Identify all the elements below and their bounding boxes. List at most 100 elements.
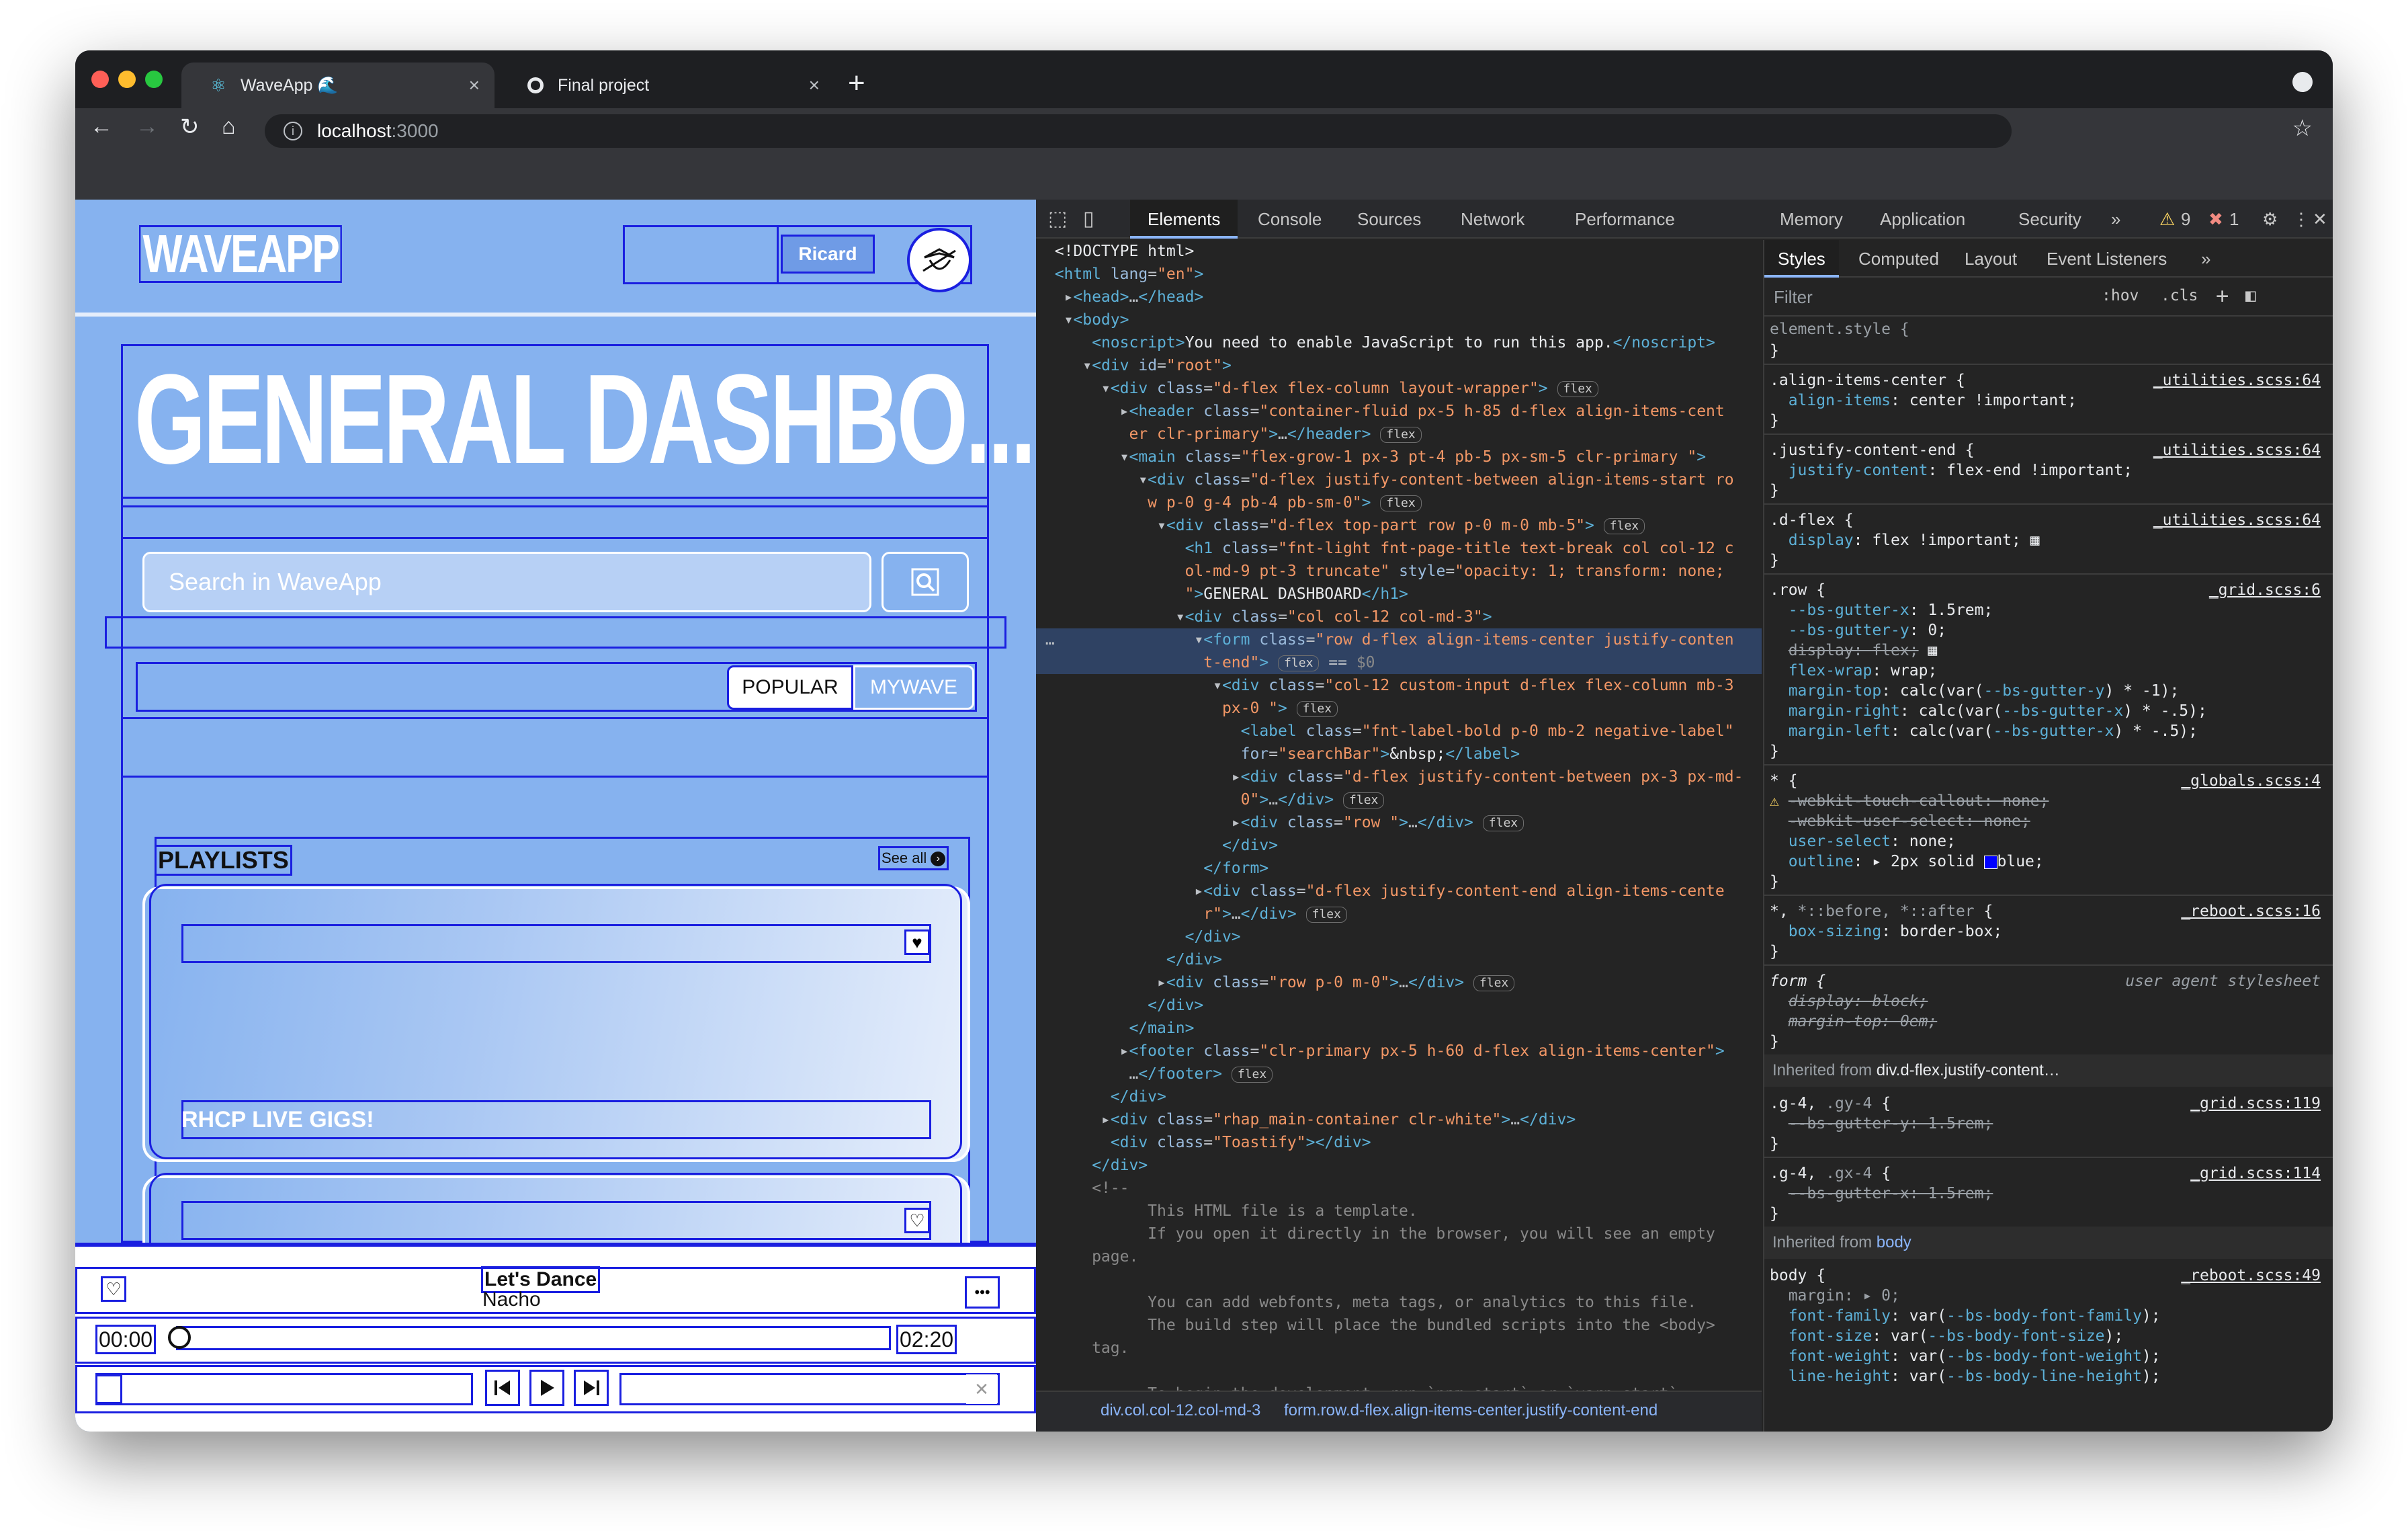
bookmark-star-icon[interactable]: ☆ [2292, 115, 2313, 142]
tab-layout[interactable]: Layout [1965, 240, 2017, 278]
dom-line[interactable]: <html lang="en"> [1036, 263, 1762, 286]
see-all-link[interactable]: See all › [878, 846, 949, 870]
tab-network[interactable]: Network [1461, 200, 1524, 239]
style-line[interactable]: display: flex; ▦ [1770, 640, 2327, 661]
next-icon[interactable] [574, 1370, 609, 1406]
style-line[interactable]: element.style { [1770, 319, 2327, 339]
style-line[interactable]: display: block; [1770, 991, 2327, 1011]
dom-line[interactable]: <!-- [1036, 1177, 1762, 1200]
dom-line[interactable]: ▾<div class="d-flex flex-column layout-w… [1036, 377, 1762, 400]
tab-memory[interactable]: Memory [1780, 200, 1843, 239]
style-line[interactable]: .row {_grid.scss:6 [1770, 580, 2327, 600]
progress-track[interactable] [176, 1326, 891, 1350]
tab-mywave[interactable]: MYWAVE [853, 665, 974, 710]
style-line[interactable]: .g-4, .gy-4 {_grid.scss:119 [1770, 1093, 2327, 1114]
style-line[interactable]: .align-items-center {_utilities.scss:64 [1770, 370, 2327, 390]
toggle-sidebar-icon[interactable]: ◧ [2245, 286, 2256, 306]
style-line[interactable]: justify-content: flex-end !important; [1770, 460, 2327, 481]
dom-line[interactable]: ▸<head>…</head> [1036, 286, 1762, 308]
back-icon[interactable]: ← [90, 114, 113, 140]
site-info-icon[interactable]: i [284, 122, 302, 140]
dom-tree[interactable]: <!DOCTYPE html> <html lang="en"> ▸<head>… [1036, 240, 1762, 1396]
tab-final-project[interactable]: Final project × [499, 63, 834, 108]
style-line[interactable]: font-weight: var(--bs-body-font-weight); [1770, 1346, 2327, 1366]
inherited-source[interactable]: div.d-flex.justify-content… [1877, 1061, 2060, 1079]
dom-line[interactable]: <!DOCTYPE html> [1036, 240, 1762, 263]
dom-line-selected[interactable]: … ▾<form class="row d-flex align-items-c… [1036, 628, 1762, 651]
style-line[interactable]: display: flex !important; ▦ [1770, 530, 2327, 550]
dom-line[interactable]: ▸<header class="container-fluid px-5 h-8… [1036, 400, 1762, 423]
tab-computed[interactable]: Computed [1858, 240, 1939, 278]
style-line[interactable]: margin-top: 0em; [1770, 1011, 2327, 1032]
more-tabs-icon[interactable]: » [2111, 200, 2120, 239]
dom-line[interactable]: er clr-primary">…</header> flex [1036, 423, 1762, 446]
breadcrumb-item-selected[interactable]: form.row.d-flex.align-items-center.justi… [1284, 1401, 1658, 1419]
dom-line[interactable]: <label class="fnt-label-bold p-0 mb-2 ne… [1036, 720, 1762, 743]
new-rule-icon[interactable]: + [2216, 283, 2229, 308]
dom-line-selected[interactable]: t-end"> flex == $0 [1036, 651, 1762, 674]
style-line[interactable]: font-size: var(--bs-body-font-size); [1770, 1326, 2327, 1346]
volume-mute-icon[interactable]: ✕ [966, 1374, 997, 1404]
maximize-window-button[interactable] [145, 71, 163, 88]
dom-line[interactable]: </div> [1036, 834, 1762, 857]
heart-icon[interactable]: ♥ [904, 929, 930, 955]
style-line[interactable]: --bs-gutter-x: 1.5rem; [1770, 600, 2327, 620]
address-bar[interactable]: i localhost :3000 [265, 114, 2012, 148]
dom-line[interactable]: …</footer> flex [1036, 1063, 1762, 1085]
dom-line[interactable]: ▸<div class="row ">…</div> flex [1036, 811, 1762, 834]
heart-outline-icon[interactable]: ♡ [904, 1208, 930, 1233]
dom-line[interactable]: </main> [1036, 1017, 1762, 1040]
close-devtools-icon[interactable]: ✕ [2313, 200, 2327, 239]
close-tab-icon[interactable]: × [809, 75, 820, 96]
dom-line[interactable]: page. [1036, 1245, 1762, 1268]
style-line[interactable]: --bs-gutter-y: 1.5rem; [1770, 1114, 2327, 1134]
dom-line[interactable]: This HTML file is a template. [1036, 1200, 1762, 1223]
dom-line[interactable]: ▾<body> [1036, 308, 1762, 331]
more-options-icon[interactable]: ••• [965, 1276, 1000, 1309]
dom-line[interactable]: The build step will place the bundled sc… [1036, 1314, 1762, 1337]
user-name-badge[interactable]: Ricard [781, 235, 875, 274]
style-line[interactable]: flex-wrap: wrap; [1770, 661, 2327, 681]
breadcrumb-item[interactable]: div.col.col-12.col-md-3 [1101, 1401, 1260, 1419]
style-line[interactable]: user-select: none; [1770, 831, 2327, 852]
home-icon[interactable]: ⌂ [222, 114, 236, 140]
style-line[interactable]: box-sizing: border-box; [1770, 921, 2327, 942]
style-line[interactable]: .g-4, .gx-4 {_grid.scss:114 [1770, 1163, 2327, 1184]
dom-line[interactable]: </form> [1036, 857, 1762, 880]
dom-line[interactable]: r">…</div> flex [1036, 903, 1762, 925]
style-line[interactable]: align-items: center !important; [1770, 390, 2327, 411]
heart-outline-icon[interactable]: ♡ [101, 1276, 126, 1302]
more-tabs-icon[interactable]: » [2201, 240, 2210, 278]
tab-styles[interactable]: Styles [1764, 240, 1839, 278]
style-line[interactable]: outline: ▸ 2px solid blue; [1770, 852, 2327, 872]
style-line[interactable]: ⚠ -webkit-touch-callout: none; [1770, 791, 2327, 811]
dom-line[interactable]: ol-md-9 pt-3 truncate" style="opacity: 1… [1036, 560, 1762, 583]
style-line[interactable]: margin: ▸ 0; [1770, 1286, 2327, 1306]
dom-line[interactable]: </div> [1036, 1154, 1762, 1177]
style-line[interactable]: body {_reboot.scss:49 [1770, 1266, 2327, 1286]
dom-line[interactable]: </div> [1036, 994, 1762, 1017]
error-icon[interactable]: ✖ [2208, 200, 2223, 239]
dom-line[interactable]: </div> [1036, 1085, 1762, 1108]
warning-icon[interactable]: ⚠ [2159, 200, 2175, 239]
style-line[interactable]: margin-top: calc(var(--bs-gutter-y) * -1… [1770, 681, 2327, 701]
minimize-window-button[interactable] [118, 71, 136, 88]
search-button[interactable] [882, 552, 969, 612]
style-line[interactable]: *, *::before, *::after {_reboot.scss:16 [1770, 901, 2327, 921]
dom-line[interactable]: px-0 "> flex [1036, 697, 1762, 720]
dom-line[interactable]: w p-0 g-4 pb-4 pb-sm-0"> flex [1036, 491, 1762, 514]
style-line[interactable]: margin-right: calc(var(--bs-gutter-x) * … [1770, 701, 2327, 721]
dom-line[interactable]: ▸<div class="rhap_main-container clr-whi… [1036, 1108, 1762, 1131]
dom-line[interactable]: tag. [1036, 1337, 1762, 1360]
tab-event-listeners[interactable]: Event Listeners [2047, 240, 2167, 278]
style-line[interactable]: -webkit-user-select: none; [1770, 811, 2327, 831]
style-line[interactable]: .d-flex {_utilities.scss:64 [1770, 510, 2327, 530]
hov-toggle[interactable]: :hov [2102, 287, 2139, 304]
style-line[interactable]: .justify-content-end {_utilities.scss:64 [1770, 440, 2327, 460]
close-tab-icon[interactable]: × [469, 75, 480, 96]
previous-icon[interactable] [485, 1370, 520, 1406]
style-line[interactable]: --bs-gutter-y: 0; [1770, 620, 2327, 640]
waveapp-logo[interactable]: WAVEAPP [139, 225, 342, 283]
style-line[interactable]: form {user agent stylesheet [1770, 971, 2327, 991]
style-line[interactable]: font-family: var(--bs-body-font-family); [1770, 1306, 2327, 1326]
